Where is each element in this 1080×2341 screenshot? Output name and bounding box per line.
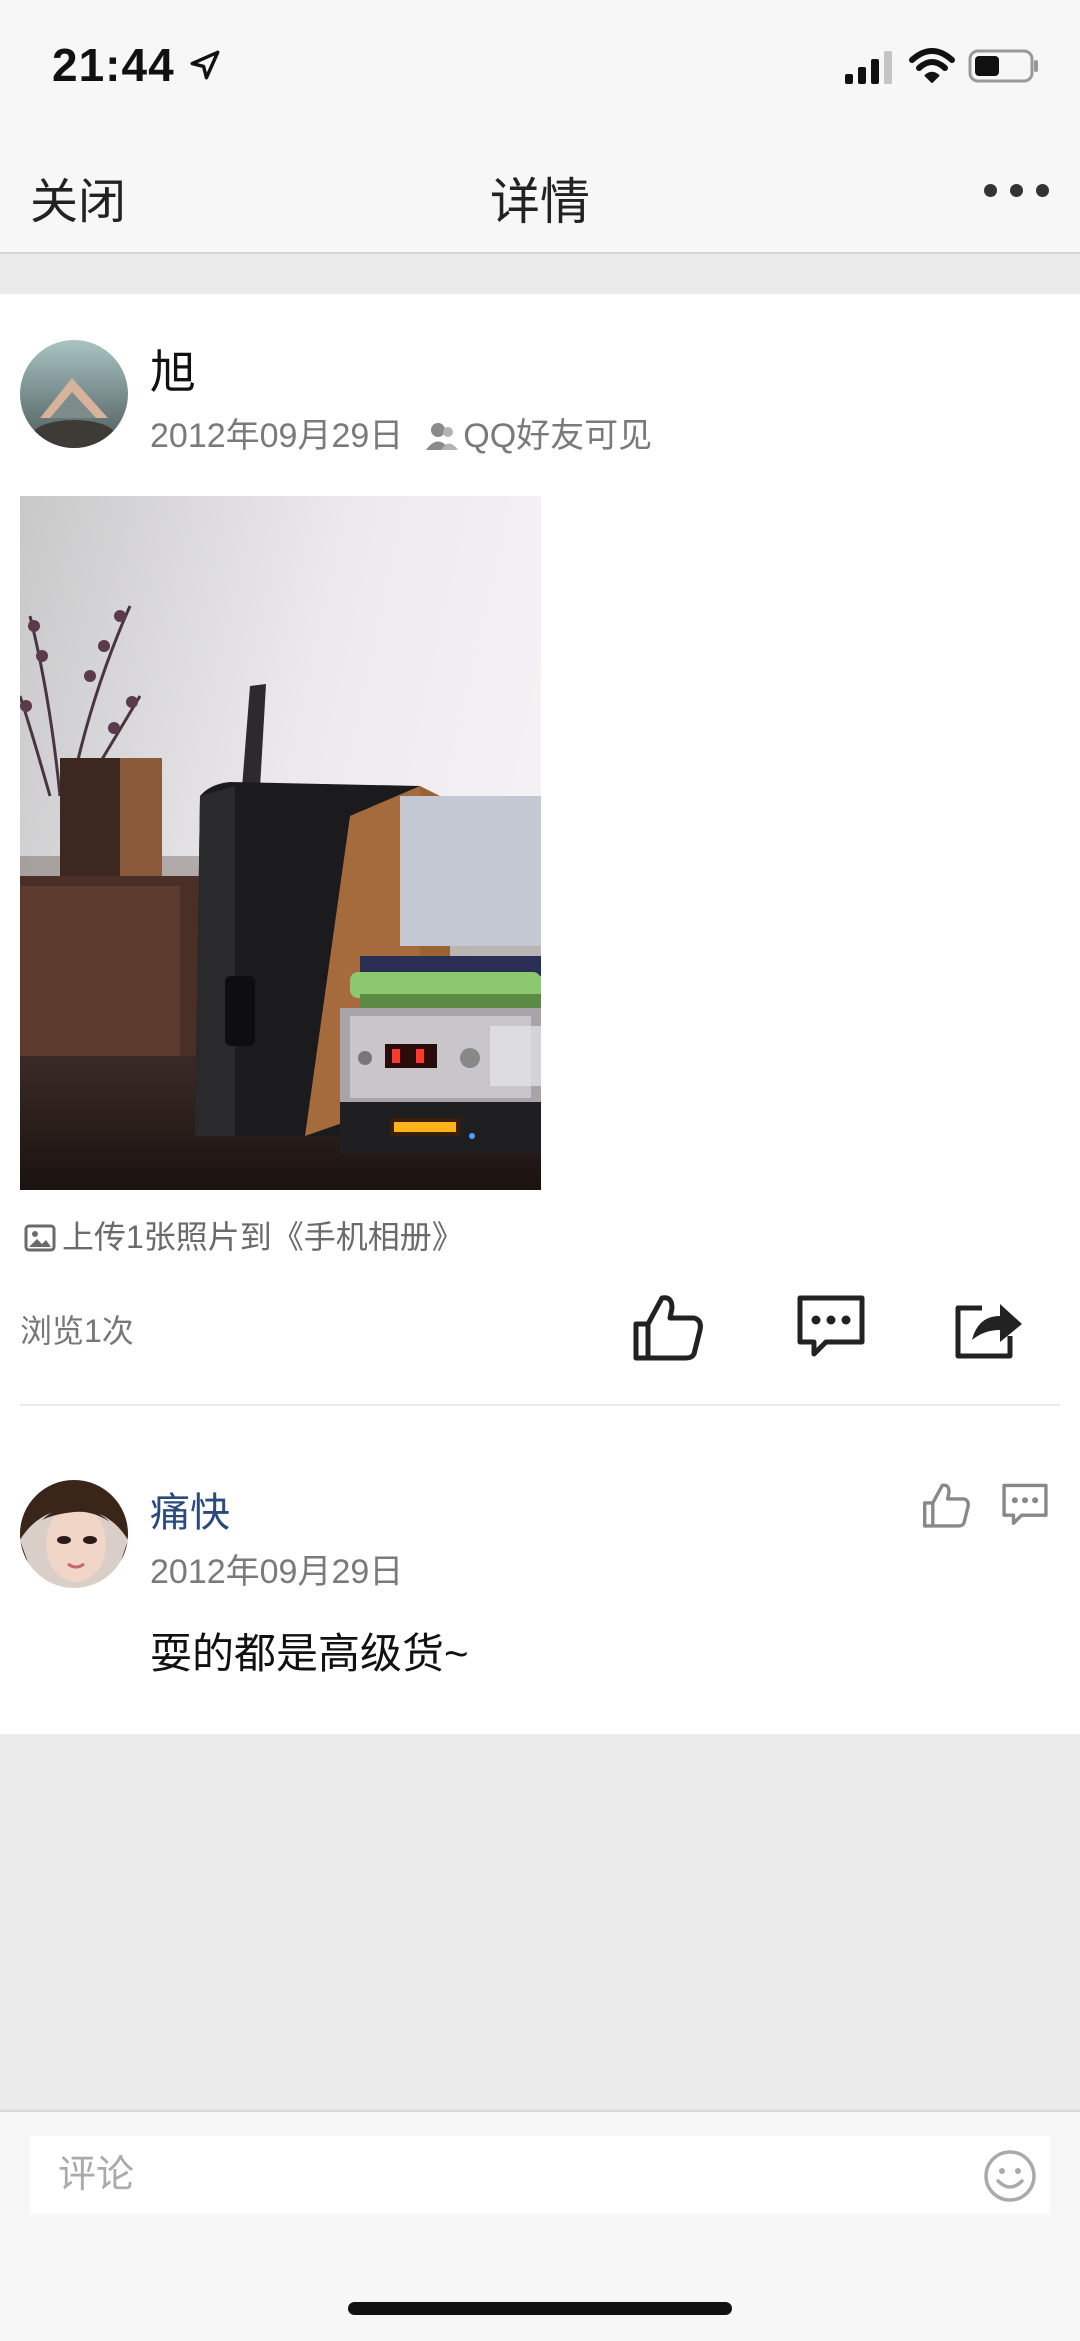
image-icon bbox=[24, 1224, 56, 1252]
like-icon[interactable] bbox=[632, 1290, 706, 1364]
status-bar: 21:44 bbox=[0, 0, 1080, 140]
nav-bar: 关闭 详情 bbox=[0, 140, 1080, 254]
comment-date: 2012年09月29日 bbox=[150, 1553, 404, 1591]
upload-info[interactable]: 上传1张照片到《手机相册》 bbox=[24, 1212, 464, 1258]
comment-icon[interactable] bbox=[794, 1290, 868, 1364]
comment-bar bbox=[0, 2110, 1080, 2341]
status-time: 21:44 bbox=[52, 39, 175, 91]
comment-text: 耍的都是高级货~ bbox=[150, 1630, 469, 1677]
view-count: 浏览1次 bbox=[20, 1313, 134, 1349]
post-photo[interactable] bbox=[20, 496, 541, 1190]
comment-reply-icon[interactable] bbox=[1000, 1480, 1050, 1530]
author-name[interactable]: 旭 bbox=[150, 336, 196, 402]
share-icon[interactable] bbox=[952, 1290, 1026, 1364]
visibility-label: QQ好友可见 bbox=[463, 417, 653, 455]
comment-input[interactable] bbox=[30, 2136, 1050, 2214]
commenter-avatar[interactable] bbox=[20, 1480, 128, 1588]
home-indicator[interactable] bbox=[348, 2302, 732, 2315]
post-date: 2012年09月29日 bbox=[150, 417, 404, 455]
more-icon[interactable] bbox=[982, 170, 1052, 210]
comment-like-icon[interactable] bbox=[922, 1480, 972, 1530]
emoji-icon[interactable] bbox=[982, 2148, 1038, 2204]
page-title: 详情 bbox=[490, 174, 590, 230]
post-card: 旭 2012年09月29日 QQ好友可见 上传1张照片到《手机相册》 浏览1次 … bbox=[0, 294, 1080, 1734]
author-avatar[interactable] bbox=[20, 340, 128, 448]
post-meta: 2012年09月29日 QQ好友可见 bbox=[150, 408, 652, 457]
upload-text: 上传1张照片到《手机相册》 bbox=[62, 1219, 464, 1255]
commenter-name[interactable]: 痛快 bbox=[150, 1480, 230, 1538]
location-arrow-icon bbox=[190, 50, 220, 80]
battery-icon bbox=[968, 49, 1038, 83]
divider bbox=[20, 1404, 1060, 1406]
signal-icon bbox=[845, 51, 892, 84]
friends-icon bbox=[426, 423, 459, 450]
wifi-icon bbox=[909, 48, 955, 83]
